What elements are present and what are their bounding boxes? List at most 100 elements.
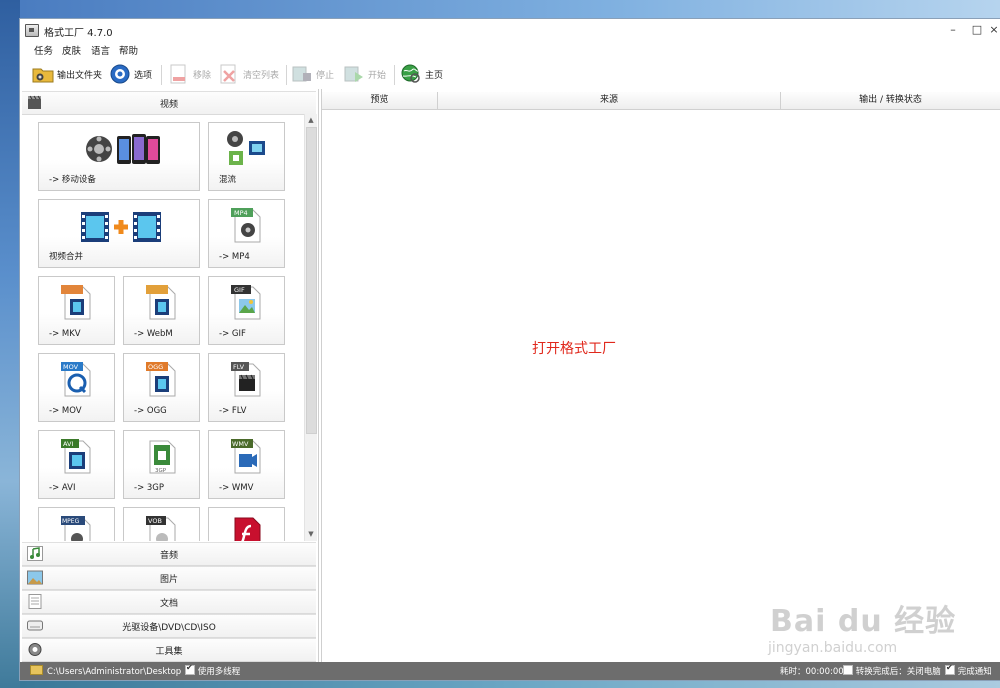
stop-button[interactable]: 停止 [291, 62, 334, 86]
tile-avi[interactable]: AVI -> AVI [38, 430, 115, 499]
remove-icon [168, 63, 190, 85]
tile-vob[interactable]: VOB [123, 507, 200, 541]
scroll-up-arrow-icon[interactable]: ▲ [305, 114, 317, 126]
elapsed-time: 耗时：00:00:00 [780, 667, 844, 677]
gif-file-icon: GIF [231, 283, 263, 324]
category-video[interactable]: 视频 [22, 91, 316, 115]
notify-option[interactable]: 完成通知 [945, 663, 992, 677]
stop-icon [291, 63, 313, 85]
3gp-badge: 3GP [155, 468, 167, 474]
vob-badge: VOB [148, 517, 162, 525]
scroll-down-arrow-icon[interactable]: ▼ [305, 528, 317, 540]
maximize-button[interactable]: □ [966, 22, 988, 38]
app-icon [25, 24, 39, 37]
video-tiles: -> 移动设备 混流 视频合并 MP4 -> MP4 -> MKV -> Web… [22, 114, 304, 541]
start-icon [343, 63, 365, 85]
mpeg-badge: MPEG [62, 518, 80, 525]
column-output-status[interactable]: 输出 / 转换状态 [781, 92, 1000, 110]
tile-flv[interactable]: FLV -> FLV [208, 353, 285, 422]
avi-file-icon: AVI [61, 437, 93, 478]
toolbar-separator [161, 65, 162, 85]
wmv-file-icon: WMV [231, 437, 263, 478]
toolbar: 输出文件夹 选项 移除 清空列表 停止 开始 主页 [20, 59, 1000, 89]
tile-video-join[interactable]: 视频合并 [38, 199, 200, 268]
format-factory-window: 格式工厂 4.7.0 – □ × 任务 皮肤 语言 帮助 输出文件夹 选项 移除… [20, 19, 1000, 680]
close-button[interactable]: × [988, 22, 1000, 38]
category-audio[interactable]: 音频 [22, 542, 316, 566]
home-button[interactable]: 主页 [400, 62, 443, 86]
mp4-badge: MP4 [234, 209, 248, 217]
tile-mux[interactable]: 混流 [208, 122, 285, 191]
menu-bar: 任务 皮肤 语言 帮助 [20, 41, 1000, 57]
webm-file-icon [146, 283, 178, 324]
clear-list-button[interactable]: 清空列表 [218, 62, 279, 86]
tile-mkv[interactable]: -> MKV [38, 276, 115, 345]
multithread-option[interactable]: 使用多线程 [185, 663, 240, 677]
start-button[interactable]: 开始 [343, 62, 386, 86]
menu-language[interactable]: 语言 [91, 43, 110, 57]
category-document[interactable]: 文档 [22, 590, 316, 614]
mov-file-icon: MOV [61, 360, 93, 401]
multithread-checkbox[interactable] [185, 663, 195, 675]
scroll-thumb[interactable] [306, 127, 317, 434]
column-source[interactable]: 来源 [438, 92, 781, 110]
3gp-file-icon: 3GP [146, 437, 178, 478]
options-gear-icon [109, 63, 131, 85]
menu-skin[interactable]: 皮肤 [62, 43, 81, 57]
status-bar: C:\Users\Administrator\Desktop 使用多线程 耗时：… [20, 662, 1000, 680]
category-toolbox[interactable]: 工具集 [22, 638, 316, 662]
mp4-file-icon: MP4 [231, 206, 263, 247]
baidu-watermark: Bai du 经验 [770, 604, 957, 639]
tile-mpeg[interactable]: MPEG [38, 507, 115, 541]
mux-icon [225, 129, 267, 170]
folder-icon [30, 665, 43, 675]
remove-button[interactable]: 移除 [168, 62, 211, 86]
toolbar-separator [286, 65, 287, 85]
after-done-option[interactable]: 转换完成后：关闭电脑 [843, 665, 941, 677]
folder-icon [32, 63, 54, 85]
column-preview[interactable]: 预览 [322, 92, 438, 110]
menu-task[interactable]: 任务 [34, 43, 53, 57]
gif-badge: GIF [234, 286, 245, 294]
tile-wmv[interactable]: WMV -> WMV [208, 430, 285, 499]
title-bar: 格式工厂 4.7.0 – □ × [20, 19, 1000, 41]
category-image[interactable]: 图片 [22, 566, 316, 590]
wmv-badge: WMV [232, 440, 249, 448]
mkv-file-icon [61, 283, 93, 324]
tile-mp4[interactable]: MP4 -> MP4 [208, 199, 285, 268]
category-optical-drive[interactable]: 光驱设备\DVD\CD\ISO [22, 614, 316, 638]
tiles-scrollbar[interactable]: ▲ ▼ [304, 114, 317, 541]
after-done-checkbox[interactable] [843, 665, 853, 675]
window-title: 格式工厂 4.7.0 [44, 28, 113, 39]
tile-mobile-device[interactable]: -> 移动设备 [38, 122, 200, 191]
toolbar-separator [394, 65, 395, 85]
flv-file-icon: FLV [231, 360, 263, 401]
ogg-badge: OGG [148, 363, 163, 371]
menu-help[interactable]: 帮助 [119, 43, 138, 57]
output-folder-button[interactable]: 输出文件夹 [32, 62, 102, 86]
mpeg-file-icon: MPEG [61, 514, 93, 541]
ogg-file-icon: OGG [146, 360, 178, 401]
output-path[interactable]: C:\Users\Administrator\Desktop [30, 665, 181, 677]
vob-file-icon: VOB [146, 514, 178, 541]
mov-badge: MOV [63, 363, 79, 371]
tile-webm[interactable]: -> WebM [123, 276, 200, 345]
desktop-background-bottom [20, 680, 1000, 688]
avi-badge: AVI [63, 440, 73, 448]
function-panel: 视频 -> 移动设备 混流 视频合并 MP4 -> MP4 -> MKV -> … [20, 89, 319, 662]
task-list-panel: 预览 来源 输出 / 转换状态 打开格式工厂 [321, 89, 1000, 662]
tile-swf[interactable] [208, 507, 285, 541]
annotation-open-format-factory: 打开格式工厂 [532, 341, 616, 357]
flv-badge: FLV [233, 363, 245, 371]
tile-mov[interactable]: MOV -> MOV [38, 353, 115, 422]
baidu-watermark-site: jingyan.baidu.com [768, 640, 898, 656]
mobile-devices-icon [85, 131, 161, 170]
minimize-button[interactable]: – [942, 22, 964, 38]
tile-gif[interactable]: GIF -> GIF [208, 276, 285, 345]
notify-checkbox[interactable] [945, 663, 955, 675]
desktop-background-top [20, 0, 1000, 19]
clear-list-icon [218, 63, 240, 85]
tile-3gp[interactable]: 3GP -> 3GP [123, 430, 200, 499]
options-button[interactable]: 选项 [109, 62, 152, 86]
tile-ogg[interactable]: OGG -> OGG [123, 353, 200, 422]
